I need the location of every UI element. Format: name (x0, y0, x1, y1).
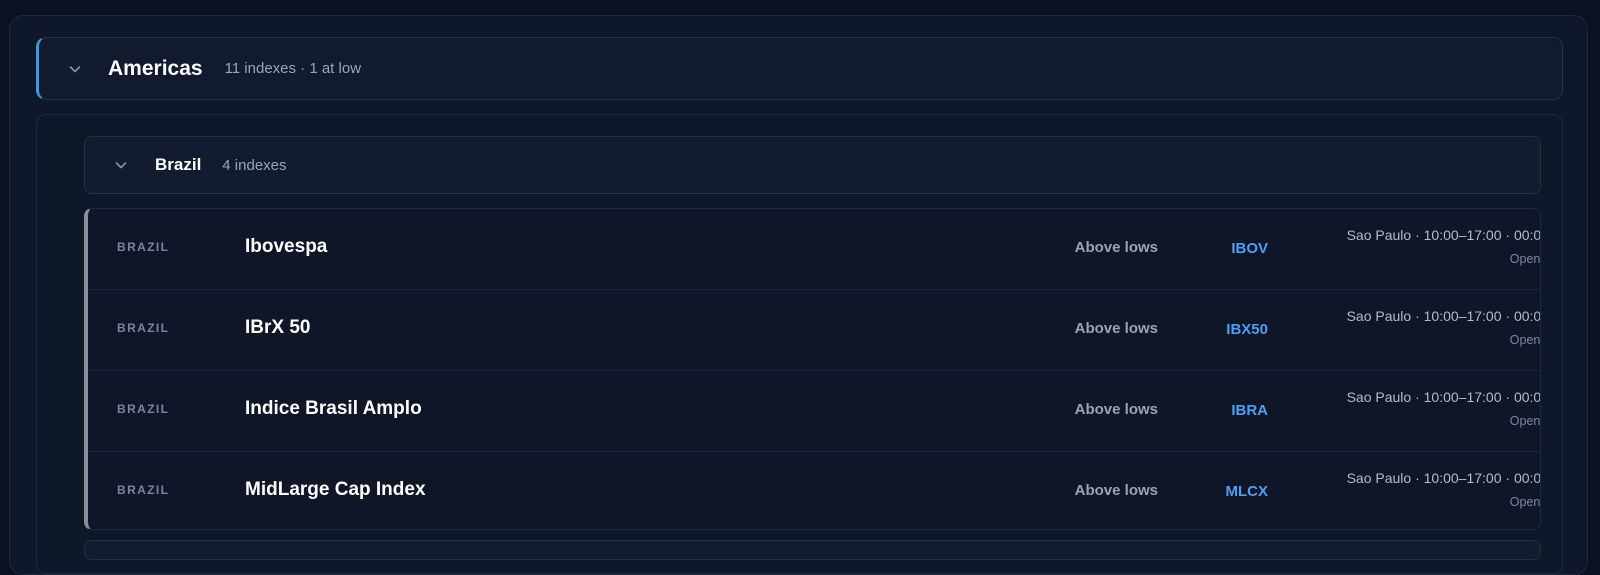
region-title: Americas (108, 56, 203, 80)
index-market-hours: Sao Paulo · 10:00–17:00 · 00:06 · Closed (1346, 227, 1541, 243)
index-name: IBrX 50 (245, 317, 311, 338)
index-market-hours: Sao Paulo · 10:00–17:00 · 00:06 · Closed (1346, 308, 1541, 324)
index-market-hours: Sao Paulo · 10:00–17:00 · 00:06 · Closed (1346, 389, 1541, 405)
region-header-americas[interactable]: Americas 11 indexes · 1 at low (36, 37, 1563, 100)
index-opens-in: Opens in 10h 0m (1509, 495, 1541, 509)
chevron-down-icon[interactable] (67, 61, 83, 77)
index-country: BRAZIL (117, 483, 170, 497)
index-name: MidLarge Cap Index (245, 479, 426, 500)
index-market-hours: Sao Paulo · 10:00–17:00 · 00:06 · Closed (1346, 470, 1541, 486)
index-country: BRAZIL (117, 402, 170, 416)
index-row[interactable]: BRAZIL MidLarge Cap Index Above lows MLC… (88, 452, 1541, 529)
index-opens-in: Opens in 10h 0m (1509, 333, 1541, 347)
chevron-down-icon[interactable] (113, 157, 129, 173)
index-row[interactable]: BRAZIL Indice Brasil Amplo Above lows IB… (88, 371, 1540, 452)
index-name: Indice Brasil Amplo (245, 398, 422, 419)
index-list: BRAZIL Ibovespa Above lows IBOV Sao Paul… (84, 208, 1541, 530)
next-country-header[interactable] (84, 540, 1541, 560)
country-header-brazil[interactable]: Brazil 4 indexes (84, 136, 1541, 194)
index-country: BRAZIL (117, 240, 170, 254)
index-country: BRAZIL (117, 321, 170, 335)
country-title: Brazil (155, 155, 202, 174)
country-meta: 4 indexes (222, 156, 287, 174)
index-opens-in: Opens in 10h 0m (1509, 414, 1541, 428)
index-opens-in: Opens in 10h 0m (1509, 252, 1541, 266)
index-row[interactable]: BRAZIL Ibovespa Above lows IBOV Sao Paul… (88, 209, 1540, 290)
index-name: Ibovespa (245, 236, 328, 257)
region-meta: 11 indexes · 1 at low (224, 60, 362, 77)
index-row[interactable]: BRAZIL IBrX 50 Above lows IBX50 Sao Paul… (88, 290, 1540, 371)
